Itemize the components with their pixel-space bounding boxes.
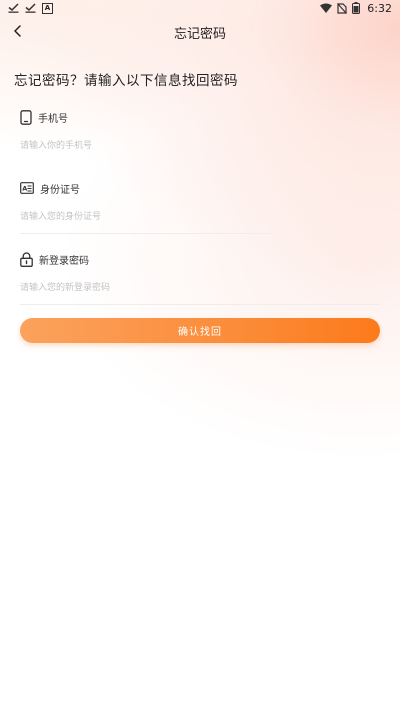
status-right-icons: 6:32 xyxy=(320,2,392,15)
field-divider xyxy=(20,233,270,234)
phone-label-row: 手机号 xyxy=(20,109,380,125)
status-bar: A 6:32 xyxy=(0,0,400,16)
new-password-label-row: 新登录密码 xyxy=(20,251,380,267)
download-done-icon xyxy=(8,3,19,13)
id-card-input[interactable] xyxy=(20,210,380,224)
phone-field-group: 手机号 xyxy=(20,109,380,153)
phone-input[interactable] xyxy=(20,139,380,153)
status-time: 6:32 xyxy=(367,1,392,15)
phone-label: 手机号 xyxy=(38,113,68,125)
new-password-label: 新登录密码 xyxy=(39,255,89,267)
battery-icon xyxy=(352,2,361,14)
lock-icon xyxy=(20,251,33,267)
a-notification-icon: A xyxy=(42,2,53,14)
confirm-recover-button[interactable]: 确认找回 xyxy=(20,318,380,343)
id-card-label: 身份证号 xyxy=(40,184,80,196)
field-divider xyxy=(20,304,380,305)
phone-icon xyxy=(20,109,32,125)
wifi-icon xyxy=(320,3,333,13)
svg-text:A: A xyxy=(22,184,27,192)
id-card-icon: A xyxy=(20,182,34,194)
nav-bar: 忘记密码 xyxy=(0,16,400,46)
page-title: 忘记密码 xyxy=(173,27,226,42)
no-sim-icon xyxy=(337,2,348,14)
status-left-icons: A xyxy=(8,2,53,14)
id-card-label-row: A 身份证号 xyxy=(20,180,380,196)
form-heading: 忘记密码？请输入以下信息找回密码 xyxy=(14,73,238,89)
download-done-icon xyxy=(25,3,36,13)
new-password-field-group: 新登录密码 xyxy=(20,251,380,305)
new-password-input[interactable] xyxy=(20,281,380,295)
id-card-field-group: A 身份证号 xyxy=(20,180,380,234)
